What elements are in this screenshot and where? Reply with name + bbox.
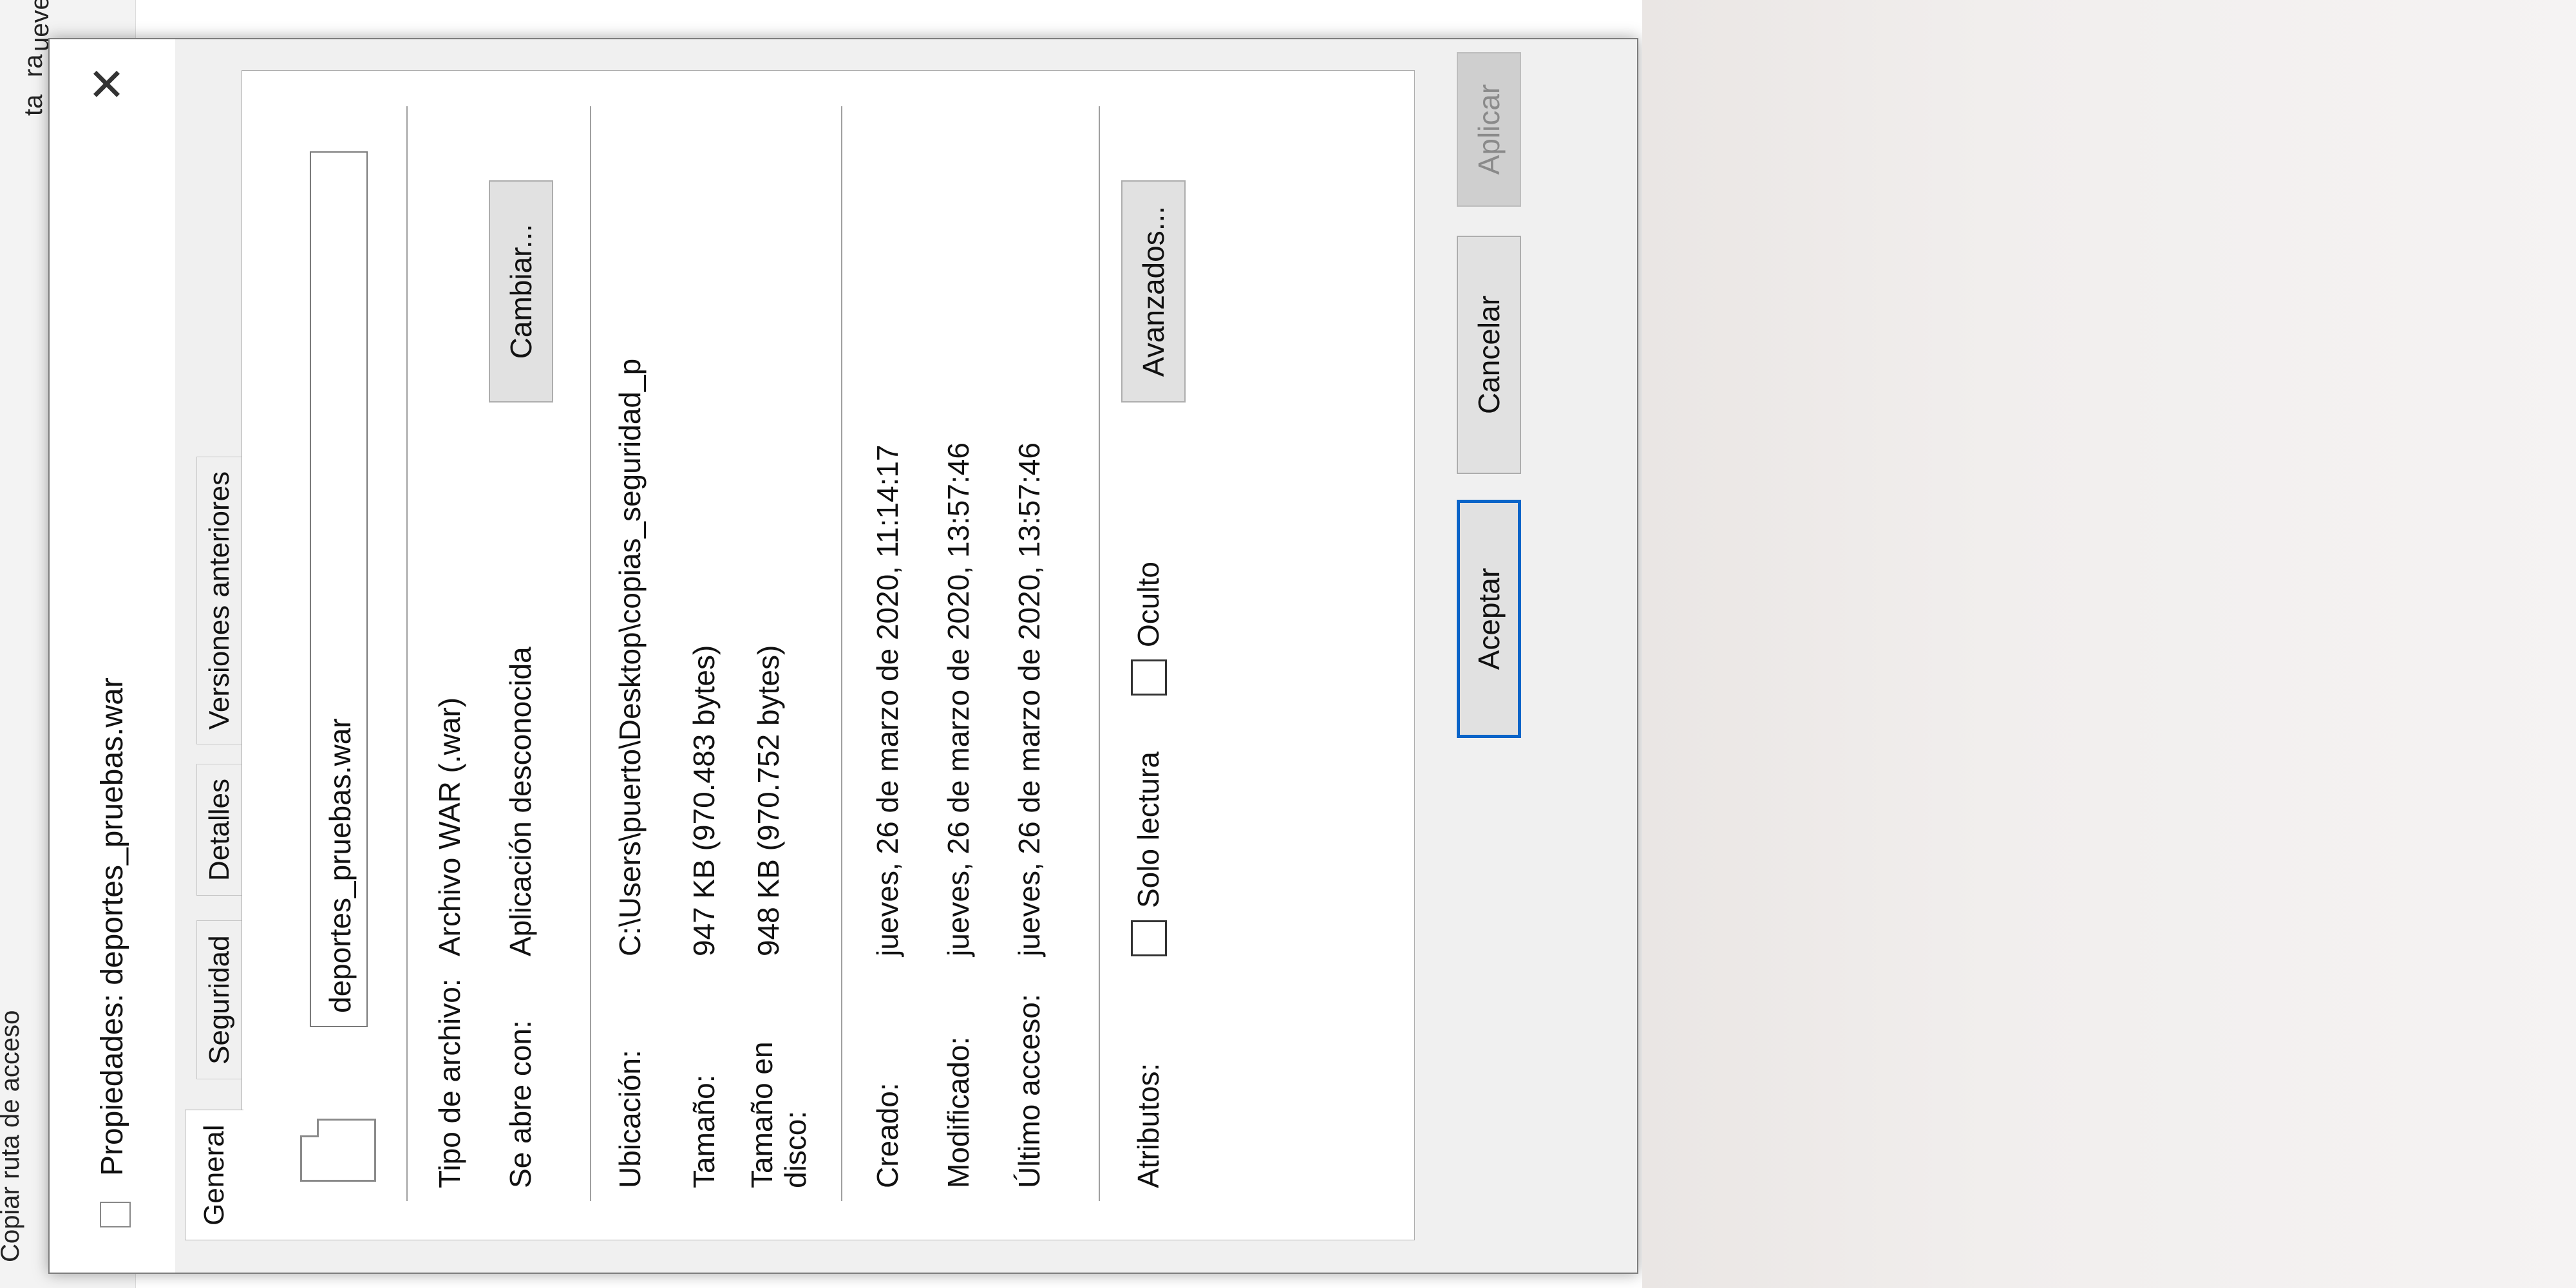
hidden-label[interactable]: Oculto: [1131, 562, 1166, 647]
separator: [406, 106, 408, 1201]
properties-dialog: Propiedades: deportes_pruebas.war ✕ Gene…: [48, 38, 1638, 1274]
file-icon: [100, 1202, 131, 1227]
separator: [841, 106, 842, 1201]
last-access-value: jueves, 26 de marzo de 2020, 13:57:46: [1012, 442, 1046, 956]
read-only-label[interactable]: Solo lectura: [1131, 752, 1166, 908]
general-panel: deportes_pruebas.war Tipo de archivo: Ar…: [242, 70, 1415, 1240]
dialog-title: Propiedades: deportes_pruebas.war: [95, 677, 129, 1176]
opens-with-label: Se abre con:: [504, 1020, 537, 1188]
separator: [1099, 106, 1100, 1201]
advanced-button[interactable]: Avanzados...: [1121, 180, 1186, 402]
file-type-icon: [300, 1119, 376, 1182]
file-name-input[interactable]: deportes_pruebas.war: [310, 151, 368, 1027]
size-value: 947 KB (970.483 bytes): [687, 645, 721, 956]
location-label: Ubicación:: [613, 1050, 647, 1188]
opens-with-value: Aplicación desconocida: [504, 647, 537, 956]
explorer-col-fragment: ra: [19, 54, 48, 77]
size-label: Tamaño:: [687, 1074, 721, 1188]
tab-bar: General Seguridad Detalles Versiones ant…: [185, 456, 243, 1240]
modified-value: jueves, 26 de marzo de 2020, 13:57:46: [942, 442, 975, 956]
read-only-checkbox[interactable]: [1131, 920, 1167, 956]
cancel-button[interactable]: Cancelar: [1457, 236, 1521, 474]
created-label: Creado:: [871, 1083, 904, 1188]
tab-versiones-anteriores[interactable]: Versiones anteriores: [196, 456, 242, 744]
rotated-screen: Copiar ruta de acceso apeles ar opias_s …: [0, 0, 1642, 1288]
hidden-checkbox[interactable]: [1131, 659, 1167, 696]
tab-seguridad[interactable]: Seguridad: [196, 920, 242, 1079]
tab-detalles[interactable]: Detalles: [196, 764, 242, 896]
attributes-label: Atributos:: [1132, 1063, 1165, 1188]
screen-glare: [1597, 0, 2576, 1288]
last-access-label: Último acceso:: [1012, 994, 1046, 1188]
ok-button[interactable]: Aceptar: [1457, 500, 1521, 738]
close-icon[interactable]: ✕: [82, 65, 133, 103]
copy-path-item[interactable]: Copiar ruta de acceso: [0, 1010, 25, 1262]
size-on-disk-value: 948 KB (970.752 bytes): [752, 645, 785, 956]
size-on-disk-label: Tamaño en: [745, 1041, 779, 1188]
explorer-col-fragment: ta: [19, 94, 48, 116]
change-button[interactable]: Cambiar...: [489, 180, 553, 402]
apply-button[interactable]: Aplicar: [1457, 52, 1521, 207]
size-on-disk-label: disco:: [779, 1110, 812, 1188]
location-value[interactable]: C:\Users\puerto\Desktop\copias_seguridad…: [612, 359, 647, 956]
created-value: jueves, 26 de marzo de 2020, 11:14:17: [871, 444, 904, 957]
separator: [590, 106, 591, 1201]
file-type-value: Archivo WAR (.war): [433, 697, 466, 956]
tab-general[interactable]: General: [185, 1110, 243, 1240]
modified-label: Modificado:: [942, 1036, 975, 1188]
dialog-titlebar[interactable]: Propiedades: deportes_pruebas.war ✕: [50, 39, 175, 1273]
file-type-label: Tipo de archivo:: [433, 978, 466, 1188]
